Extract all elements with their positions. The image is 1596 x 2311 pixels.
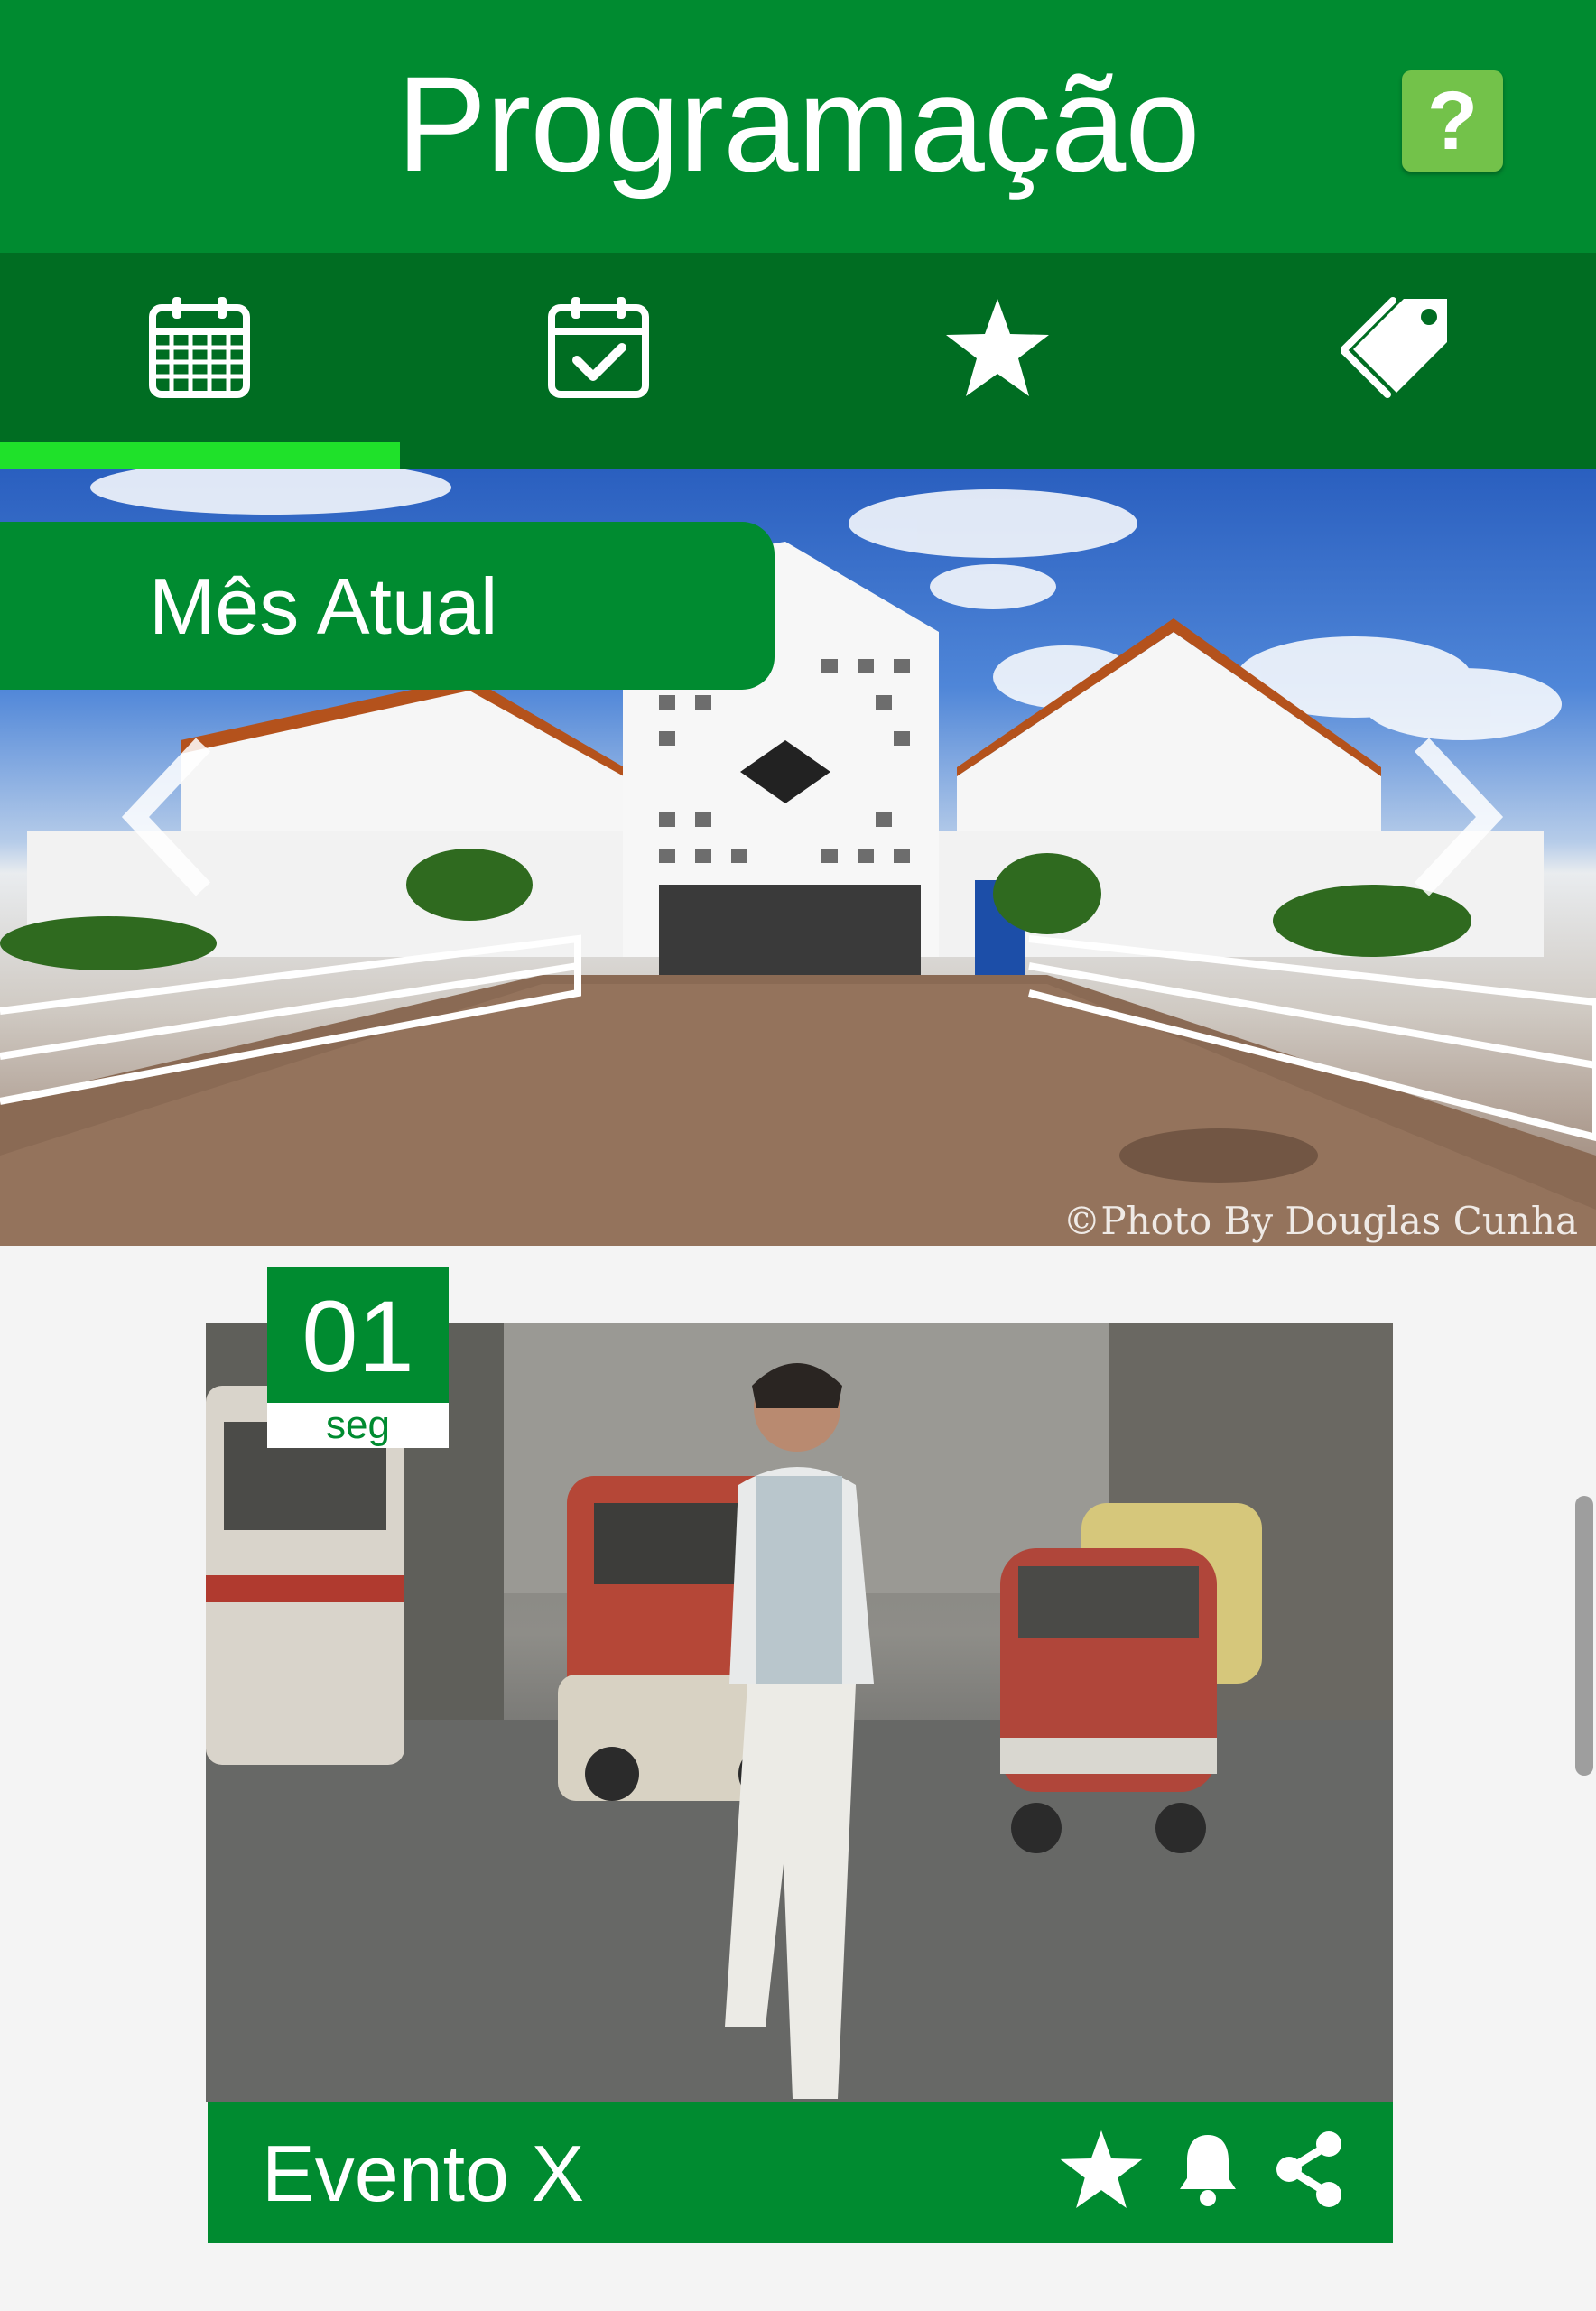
active-tab-indicator: [0, 442, 400, 469]
current-month-text: Mês Atual: [149, 562, 498, 651]
bell-icon: [1180, 2135, 1236, 2206]
share-button[interactable]: [1264, 2124, 1354, 2214]
tab-calendar[interactable]: [0, 253, 399, 469]
tag-icon: [1341, 297, 1447, 398]
event-day: 01: [302, 1280, 414, 1393]
tab-tags[interactable]: [1197, 253, 1596, 469]
hero-banner[interactable]: Mês Atual ©Photo By Douglas Cunha: [0, 469, 1596, 1246]
chevron-left-icon[interactable]: [117, 736, 217, 898]
photo-credit: ©Photo By Douglas Cunha: [1062, 1199, 1578, 1243]
event-date-badge: 01 seg: [267, 1267, 449, 1448]
help-button[interactable]: ?: [1402, 70, 1503, 172]
star-icon: [946, 299, 1049, 396]
reminder-button[interactable]: [1163, 2124, 1253, 2214]
tab-calendar-check[interactable]: [399, 253, 798, 469]
scrollbar-thumb[interactable]: [1575, 1496, 1593, 1776]
event-weekday: seg: [267, 1403, 449, 1448]
star-icon: [1060, 2130, 1143, 2209]
calendar-check-icon: [548, 297, 649, 398]
event-title[interactable]: Evento X: [262, 2129, 584, 2219]
calendar-icon: [149, 297, 250, 398]
chevron-right-icon[interactable]: [1408, 736, 1508, 898]
share-icon: [1276, 2131, 1341, 2207]
app-header: Programação ?: [0, 0, 1596, 253]
event-card[interactable]: Evento X: [206, 1323, 1393, 2245]
current-month-label: Mês Atual: [0, 522, 775, 690]
tab-bar: [0, 253, 1596, 469]
tab-favorites[interactable]: [798, 253, 1197, 469]
event-footer: Evento X: [208, 2102, 1393, 2243]
favorite-button[interactable]: [1056, 2124, 1146, 2214]
page-title: Programação: [396, 48, 1200, 200]
